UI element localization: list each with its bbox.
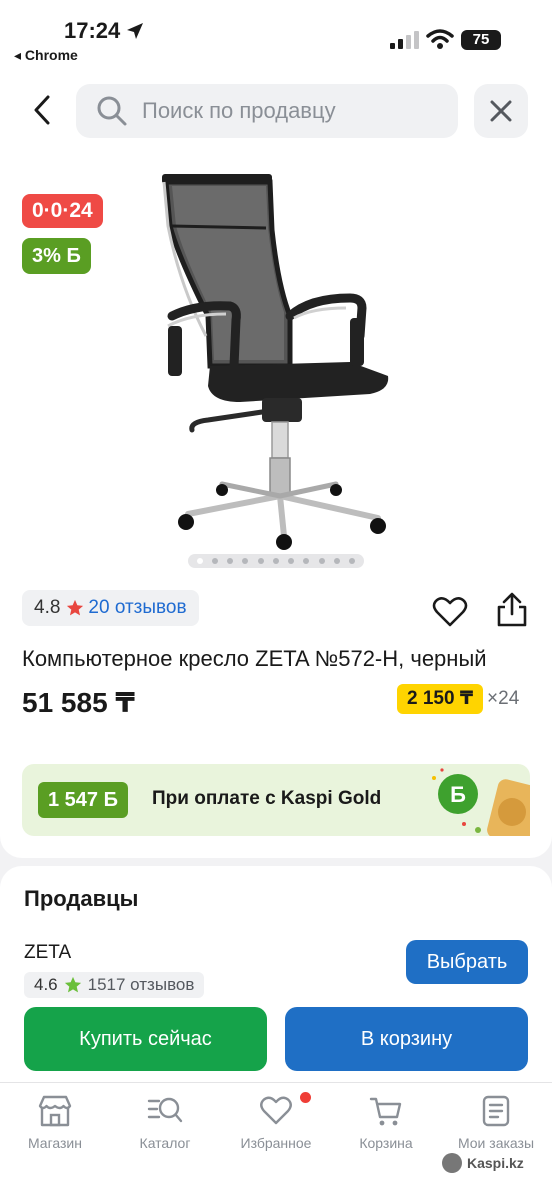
seller-rating-value: 4.6	[34, 975, 58, 994]
carousel-dot[interactable]	[303, 558, 310, 564]
catalog-search-icon	[147, 1097, 183, 1123]
seller-reviews: 1517 отзывов	[87, 975, 195, 994]
rating-summary[interactable]: 4.8 20 отзывов	[22, 590, 199, 626]
sellers-title: Продавцы	[24, 886, 139, 911]
top-bar: Поиск по продавцу	[0, 72, 552, 152]
heart-icon	[260, 1096, 292, 1125]
favorites-notification-dot	[300, 1092, 311, 1103]
bottom-tab-bar: Магазин Каталог Избранное Корзина Мои за…	[0, 1082, 552, 1200]
chevron-left-icon	[34, 95, 50, 125]
share-icon[interactable]	[494, 592, 530, 628]
orders-icon	[482, 1095, 510, 1127]
installment-multiplier: ×24	[487, 688, 520, 709]
product-title: Компьютерное кресло ZETA №572-H, черный	[22, 646, 487, 671]
cart-icon	[369, 1097, 402, 1126]
kaspi-watermark: Kaspi.kz	[442, 1153, 524, 1173]
product-price: 51 585 ₸	[22, 687, 135, 718]
tab-store[interactable]: Магазин	[5, 1095, 105, 1151]
location-arrow-icon	[127, 23, 143, 39]
store-icon	[38, 1095, 72, 1127]
watermark-text: Kaspi.kz	[467, 1155, 524, 1171]
kaspi-gold-banner[interactable]: 1 547 Б При оплате с Kaspi Gold Б	[22, 764, 530, 836]
product-image[interactable]	[150, 166, 410, 556]
carousel-dot[interactable]	[196, 558, 203, 564]
tab-label: Корзина	[359, 1135, 413, 1151]
star-icon	[64, 976, 81, 993]
star-icon	[67, 599, 84, 616]
kaspi-gold-card-icon: Б	[432, 768, 530, 836]
installment-offer[interactable]: 2 150 ₸ ×24	[397, 684, 519, 714]
favorite-heart-icon[interactable]	[432, 596, 468, 628]
status-time: 17:24	[64, 18, 121, 43]
carousel-dot[interactable]	[257, 558, 264, 564]
tab-cart[interactable]: Корзина	[336, 1095, 436, 1151]
back-to-app-link[interactable]: ◂ Chrome	[14, 47, 78, 64]
search-icon	[97, 96, 127, 126]
wifi-icon	[426, 29, 454, 49]
add-to-cart-button[interactable]: В корзину	[285, 1007, 528, 1071]
tab-orders[interactable]: Мои заказы	[446, 1095, 546, 1151]
reviews-link[interactable]: 20 отзывов	[88, 597, 186, 619]
tab-label: Каталог	[139, 1135, 191, 1151]
search-input[interactable]: Поиск по продавцу	[76, 84, 458, 138]
tab-label: Магазин	[27, 1135, 82, 1151]
buy-now-button[interactable]: Купить сейчас	[24, 1007, 267, 1071]
search-placeholder: Поиск по продавцу	[142, 98, 336, 123]
rating-value: 4.8	[34, 597, 61, 618]
back-button[interactable]	[22, 90, 62, 130]
bonus-badge: 3% Б	[22, 238, 91, 274]
carousel-dot[interactable]	[272, 558, 279, 564]
gold-banner-text: При оплате с Kaspi Gold	[152, 788, 382, 809]
seller-rating[interactable]: 4.6 1517 отзывов	[24, 972, 205, 998]
tab-label: Избранное	[240, 1135, 312, 1151]
carousel-dot[interactable]	[227, 558, 234, 564]
close-button[interactable]	[474, 84, 528, 138]
signal-icon	[390, 31, 419, 49]
carousel-dot[interactable]	[288, 558, 295, 564]
svg-text:Б: Б	[450, 782, 466, 807]
installment-amount: 2 150 ₸	[397, 684, 484, 714]
close-icon	[490, 100, 512, 122]
tab-favorites[interactable]: Избранное	[226, 1095, 326, 1151]
product-card: 0·0·24 3% Б 4.8 20 отзывов Компьютерное …	[0, 152, 552, 858]
gold-bonus-badge: 1 547 Б	[38, 782, 128, 818]
status-bar: 17:24 ◂ Chrome 75	[0, 0, 552, 72]
carousel-dot[interactable]	[211, 558, 218, 564]
seller-name[interactable]: ZETA	[24, 942, 71, 964]
carousel-dot[interactable]	[349, 558, 356, 564]
carousel-dot[interactable]	[334, 558, 341, 564]
carousel-dot[interactable]	[318, 558, 325, 564]
image-carousel-indicator[interactable]	[188, 554, 364, 568]
kaspi-logo-icon	[442, 1153, 462, 1173]
timer-badge: 0·0·24	[22, 194, 103, 228]
select-seller-button[interactable]: Выбрать	[406, 940, 528, 984]
battery-indicator: 75	[461, 30, 501, 50]
tab-label: Мои заказы	[457, 1135, 535, 1151]
tab-catalog[interactable]: Каталог	[115, 1095, 215, 1151]
carousel-dot[interactable]	[242, 558, 249, 564]
